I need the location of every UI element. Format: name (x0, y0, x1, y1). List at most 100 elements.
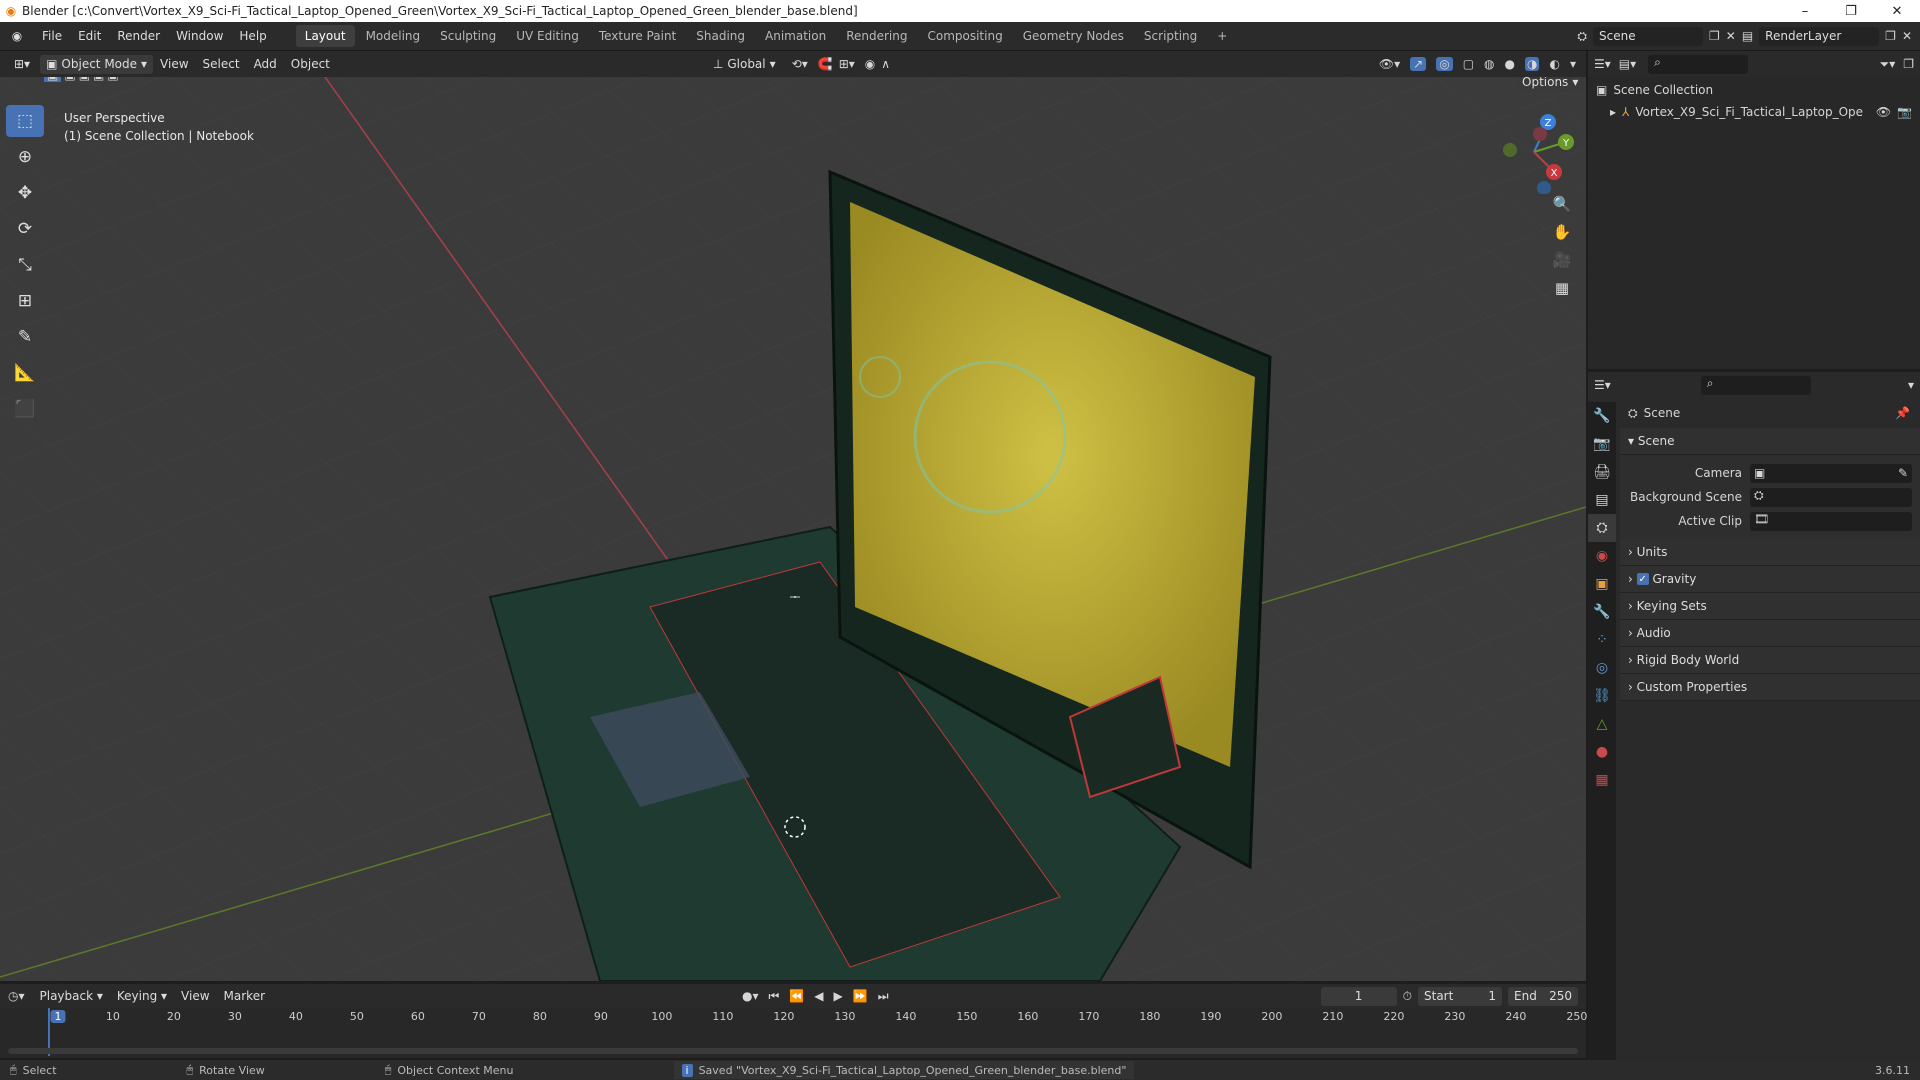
orientation-dropdown[interactable]: ⊥ Global ▾ (706, 54, 782, 74)
display-mode-icon[interactable]: ▤▾ (1619, 57, 1636, 71)
panel-audio[interactable]: › Audio (1620, 620, 1920, 647)
overlay-toggle-icon[interactable]: ◎ (1436, 57, 1453, 71)
visibility-icon[interactable]: 👁▾ (1379, 57, 1400, 71)
data-tab-icon[interactable]: △ (1588, 710, 1616, 738)
blender-menu-icon[interactable]: ◉ (0, 29, 34, 43)
delete-view-layer-icon[interactable]: ✕ (1902, 29, 1912, 43)
active-clip-field[interactable]: 🎞 (1750, 511, 1912, 531)
annotate-tool-icon[interactable]: ✎ (6, 321, 44, 353)
material-shading-icon[interactable]: ◑ (1525, 57, 1540, 71)
menu-timeline-view[interactable]: View (174, 989, 216, 1003)
frame-ruler[interactable]: 1 10 20 30 40 50 60 70 80 90 100 110 120 130 140 150 160… (0, 1008, 1587, 1028)
select-extend-icon[interactable]: ▣ (64, 77, 75, 82)
menu-render[interactable]: Render (109, 22, 168, 51)
menu-add[interactable]: Add (247, 57, 284, 71)
maximize-button[interactable]: ❐ (1828, 4, 1874, 19)
proportional-edit-icon[interactable]: ◉ (865, 57, 875, 71)
panel-scene[interactable]: ▾ Scene (1620, 428, 1920, 455)
expand-arrow-icon[interactable]: ▸ (1610, 105, 1616, 119)
minimize-button[interactable]: – (1782, 4, 1828, 19)
menu-window[interactable]: Window (168, 22, 231, 51)
tab-shading[interactable]: Shading (687, 25, 754, 47)
physics-tab-icon[interactable]: ◎ (1588, 654, 1616, 682)
cursor-tool-icon[interactable]: ⊕ (6, 141, 44, 173)
texture-tab-icon[interactable]: ▦ (1588, 766, 1616, 794)
view-layer-tab-icon[interactable]: ▤ (1588, 486, 1616, 514)
jump-end-icon[interactable]: ⏭ (878, 989, 889, 1004)
tab-uv-editing[interactable]: UV Editing (507, 25, 588, 47)
menu-playback[interactable]: Playback ▾ (33, 989, 110, 1003)
select-box-tool-icon[interactable]: ⬚ (6, 105, 44, 137)
camera-render-icon[interactable]: 📷 (1897, 105, 1912, 119)
particles-tab-icon[interactable]: ⁘ (1588, 626, 1616, 654)
zoom-icon[interactable]: 🔍 (1548, 190, 1576, 218)
panel-rigid-body-world[interactable]: › Rigid Body World (1620, 647, 1920, 674)
outliner-row-object[interactable]: ▸ ⅄ Vortex_X9_Sci_Fi_Tactical_Laptop_Ope… (1588, 103, 1920, 121)
add-cube-tool-icon[interactable]: ⬛ (6, 393, 44, 425)
pivot-icon[interactable]: ⟲▾ (792, 57, 808, 71)
falloff-icon[interactable]: ∧ (881, 57, 890, 71)
delete-scene-icon[interactable]: ✕ (1726, 29, 1736, 43)
camera-view-icon[interactable]: 🎥 (1548, 246, 1576, 274)
rendered-shading-icon[interactable]: ◐ (1549, 57, 1559, 71)
timeline-area[interactable]: 1 10 20 30 40 50 60 70 80 90 100 110 120 130 140 150 160… (0, 1008, 1587, 1058)
add-workspace-button[interactable]: + (1208, 25, 1236, 47)
end-frame-field[interactable]: End 250 (1508, 986, 1578, 1006)
pan-hand-icon[interactable]: ✋ (1548, 218, 1576, 246)
xray-icon[interactable]: ▢ (1463, 57, 1474, 71)
snap-icon[interactable]: 🧲 (818, 57, 833, 71)
3d-viewport[interactable]: User Perspective (1) Scene Collection | … (0, 77, 1586, 981)
gravity-checkbox[interactable]: ✓ (1636, 573, 1649, 585)
render-tab-icon[interactable]: 📷 (1588, 430, 1616, 458)
next-keyframe-icon[interactable]: ⏩ (853, 989, 868, 1003)
material-tab-icon[interactable]: ● (1588, 738, 1616, 766)
tab-scripting[interactable]: Scripting (1135, 25, 1206, 47)
start-frame-field[interactable]: Start 1 (1418, 986, 1502, 1006)
timeline-editor-icon[interactable]: ◷▾ (0, 989, 33, 1003)
timeline-scrollbar[interactable] (8, 1048, 1578, 1054)
menu-file[interactable]: File (34, 22, 70, 51)
menu-marker[interactable]: Marker (217, 989, 272, 1003)
close-button[interactable]: ✕ (1874, 4, 1920, 19)
tab-sculpting[interactable]: Sculpting (431, 25, 505, 47)
navigation-gizmo[interactable]: Z Y X (1496, 112, 1578, 195)
constraints-tab-icon[interactable]: ⛓ (1588, 682, 1616, 710)
panel-units[interactable]: › Units (1620, 539, 1920, 566)
menu-edit[interactable]: Edit (70, 22, 109, 51)
transform-tool-icon[interactable]: ⊞ (6, 285, 44, 317)
tab-rendering[interactable]: Rendering (837, 25, 916, 47)
properties-editor-icon[interactable]: ☰▾ (1594, 378, 1611, 392)
new-view-layer-icon[interactable]: ❐ (1885, 29, 1896, 43)
measure-tool-icon[interactable]: 📐 (6, 357, 44, 389)
pin-icon[interactable]: 📌 (1895, 406, 1920, 420)
options-dropdown[interactable]: Options ▾ (1516, 77, 1585, 92)
menu-select[interactable]: Select (196, 57, 247, 71)
menu-help[interactable]: Help (231, 22, 274, 51)
editor-type-icon[interactable]: ⊞▾ (8, 57, 36, 71)
properties-search-input[interactable]: ⌕ (1700, 375, 1811, 395)
solid-shading-icon[interactable]: ● (1505, 57, 1515, 71)
camera-field[interactable]: ▣ ✎ (1750, 463, 1912, 483)
tab-compositing[interactable]: Compositing (918, 25, 1011, 47)
output-tab-icon[interactable]: 🖨 (1588, 458, 1616, 486)
rotate-tool-icon[interactable]: ⟳ (6, 213, 44, 245)
panel-custom-properties[interactable]: › Custom Properties (1620, 674, 1920, 701)
eyedropper-icon[interactable]: ✎ (1898, 466, 1908, 480)
play-icon[interactable]: ▶ (834, 989, 843, 1003)
tab-texture-paint[interactable]: Texture Paint (590, 25, 685, 47)
scene-tab-icon[interactable]: ⛭ (1588, 514, 1616, 542)
outliner-search-input[interactable]: ⌕ (1648, 54, 1749, 74)
menu-object[interactable]: Object (284, 57, 337, 71)
world-tab-icon[interactable]: ◉ (1588, 542, 1616, 570)
tool-tab-icon[interactable]: 🔧 (1588, 402, 1616, 430)
play-reverse-icon[interactable]: ◀ (814, 989, 823, 1003)
background-scene-field[interactable]: ⛭ (1750, 487, 1912, 507)
scene-selector[interactable]: Scene (1593, 26, 1703, 46)
select-intersect-icon[interactable]: ▣ (107, 77, 118, 82)
outliner-editor-icon[interactable]: ☰▾ (1594, 57, 1611, 71)
outliner-row-scene-collection[interactable]: ▣ Scene Collection (1588, 77, 1920, 103)
modifier-tab-icon[interactable]: 🔧 (1588, 598, 1616, 626)
gizmo-toggle-icon[interactable]: ↗ (1410, 57, 1427, 71)
select-invert-icon[interactable]: ▣ (93, 77, 104, 82)
record-icon[interactable]: ●▾ (742, 989, 759, 1003)
